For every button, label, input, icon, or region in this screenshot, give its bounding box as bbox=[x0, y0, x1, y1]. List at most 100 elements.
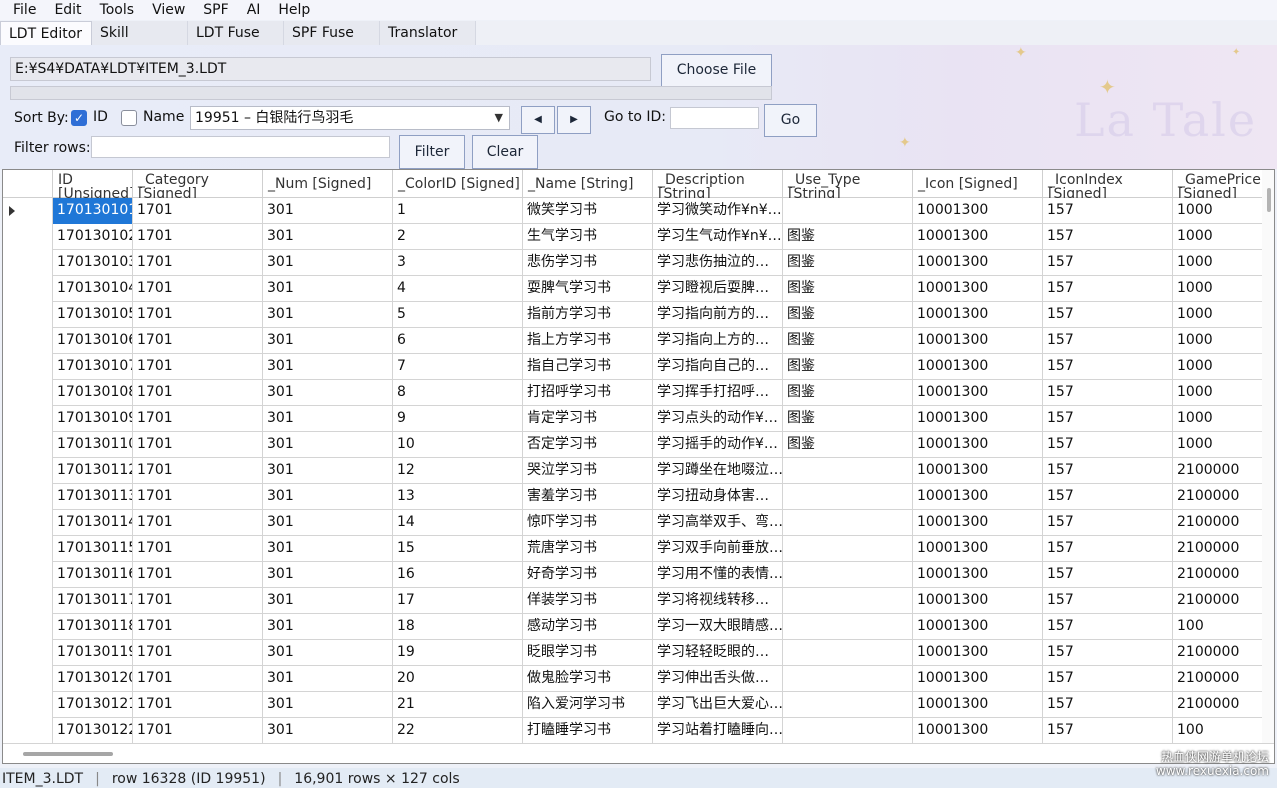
table-cell[interactable]: 荒唐学习书 bbox=[523, 536, 653, 562]
table-cell[interactable]: 4 bbox=[393, 276, 523, 302]
row-header[interactable] bbox=[3, 484, 53, 510]
table-cell[interactable]: 170130103 bbox=[53, 250, 133, 276]
horizontal-scrollbar[interactable] bbox=[3, 743, 1274, 763]
prev-record-button[interactable]: ◀ bbox=[521, 106, 555, 134]
table-cell[interactable] bbox=[783, 614, 913, 640]
table-cell[interactable]: 1 bbox=[393, 198, 523, 224]
horizontal-scroll-thumb[interactable] bbox=[23, 752, 113, 756]
table-cell[interactable]: 否定学习书 bbox=[523, 432, 653, 458]
table-cell[interactable]: 1000 bbox=[1173, 250, 1263, 276]
table-cell[interactable]: 157 bbox=[1043, 588, 1173, 614]
table-cell[interactable]: 哭泣学习书 bbox=[523, 458, 653, 484]
table-cell[interactable]: 301 bbox=[263, 406, 393, 432]
table-cell[interactable]: 学习挥手打招呼… bbox=[653, 380, 783, 406]
table-cell[interactable] bbox=[783, 510, 913, 536]
table-cell[interactable]: 301 bbox=[263, 588, 393, 614]
row-header[interactable] bbox=[3, 354, 53, 380]
file-path-field[interactable]: E:¥S4¥DATA¥LDT¥ITEM_3.LDT bbox=[10, 57, 651, 81]
column-header[interactable]: _Num [Signed] bbox=[263, 170, 393, 198]
table-row[interactable]: 170130103 1701 301 3 悲伤学习书 学习悲伤抽泣的… 图鉴 10001300… bbox=[3, 250, 1263, 276]
table-cell[interactable]: 157 bbox=[1043, 640, 1173, 666]
table-cell[interactable]: 1701 bbox=[133, 302, 263, 328]
row-header[interactable] bbox=[3, 198, 53, 224]
row-header[interactable] bbox=[3, 250, 53, 276]
table-cell[interactable]: 12 bbox=[393, 458, 523, 484]
table-cell[interactable]: 好奇学习书 bbox=[523, 562, 653, 588]
table-row[interactable]: 170130101 1701 301 1 微笑学习书 学习微笑动作¥n¥… 10001300… bbox=[3, 198, 1263, 224]
table-cell[interactable]: 301 bbox=[263, 458, 393, 484]
table-cell[interactable]: 301 bbox=[263, 302, 393, 328]
table-cell[interactable]: 1000 bbox=[1173, 406, 1263, 432]
table-cell[interactable]: 170130109 bbox=[53, 406, 133, 432]
row-header[interactable] bbox=[3, 510, 53, 536]
table-cell[interactable]: 301 bbox=[263, 224, 393, 250]
table-cell[interactable]: 6 bbox=[393, 328, 523, 354]
menu-edit[interactable]: Edit bbox=[45, 0, 90, 20]
table-cell[interactable]: 8 bbox=[393, 380, 523, 406]
table-cell[interactable]: 学习指向上方的… bbox=[653, 328, 783, 354]
table-cell[interactable]: 17 bbox=[393, 588, 523, 614]
table-cell[interactable]: 10001300 bbox=[913, 588, 1043, 614]
table-cell[interactable]: 170130104 bbox=[53, 276, 133, 302]
table-cell[interactable]: 学习飞出巨大爱心… bbox=[653, 692, 783, 718]
table-cell[interactable]: 170130118 bbox=[53, 614, 133, 640]
table-cell[interactable]: 打瞌睡学习书 bbox=[523, 718, 653, 744]
table-cell[interactable]: 19 bbox=[393, 640, 523, 666]
tab-skill-timing[interactable]: Skill Timing bbox=[92, 21, 188, 65]
table-row[interactable]: 170130120 1701 301 20 做鬼脸学习书 学习伸出舌头做… 10001300… bbox=[3, 666, 1263, 692]
table-cell[interactable]: 10001300 bbox=[913, 614, 1043, 640]
menu-spf[interactable]: SPF bbox=[194, 0, 237, 20]
row-header[interactable] bbox=[3, 276, 53, 302]
table-cell[interactable]: 1701 bbox=[133, 718, 263, 744]
table-cell[interactable]: 170130119 bbox=[53, 640, 133, 666]
table-cell[interactable]: 1701 bbox=[133, 198, 263, 224]
row-header-corner[interactable] bbox=[3, 170, 53, 198]
table-cell[interactable]: 1701 bbox=[133, 432, 263, 458]
table-cell[interactable]: 10001300 bbox=[913, 484, 1043, 510]
filter-rows-input[interactable] bbox=[91, 136, 390, 158]
table-cell[interactable]: 图鉴 bbox=[783, 328, 913, 354]
table-cell[interactable]: 1701 bbox=[133, 588, 263, 614]
table-cell[interactable]: 图鉴 bbox=[783, 224, 913, 250]
table-cell[interactable]: 眨眼学习书 bbox=[523, 640, 653, 666]
table-cell[interactable]: 157 bbox=[1043, 614, 1173, 640]
table-cell[interactable]: 170130110 bbox=[53, 432, 133, 458]
table-cell[interactable]: 301 bbox=[263, 640, 393, 666]
menu-file[interactable]: File bbox=[4, 0, 45, 20]
table-cell[interactable]: 学习扭动身体害… bbox=[653, 484, 783, 510]
row-header[interactable] bbox=[3, 458, 53, 484]
table-cell[interactable]: 10 bbox=[393, 432, 523, 458]
column-header[interactable]: _ColorID [Signed] bbox=[393, 170, 523, 198]
table-cell[interactable]: 学习双手向前垂放… bbox=[653, 536, 783, 562]
table-cell[interactable]: 301 bbox=[263, 276, 393, 302]
table-cell[interactable]: 1000 bbox=[1173, 432, 1263, 458]
table-cell[interactable]: 157 bbox=[1043, 354, 1173, 380]
table-cell[interactable]: 微笑学习书 bbox=[523, 198, 653, 224]
table-cell[interactable]: 1000 bbox=[1173, 276, 1263, 302]
record-select[interactable]: 19951 – 白银陆行鸟羽毛 ▼ bbox=[190, 106, 510, 130]
choose-file-button[interactable]: Choose File bbox=[661, 54, 772, 87]
table-row[interactable]: 170130118 1701 301 18 感动学习书 学习一双大眼睛感… 10001300… bbox=[3, 614, 1263, 640]
row-header[interactable] bbox=[3, 666, 53, 692]
column-header[interactable]: _Use_Type [String] bbox=[783, 170, 913, 198]
row-header[interactable] bbox=[3, 380, 53, 406]
table-cell[interactable]: 1701 bbox=[133, 354, 263, 380]
table-cell[interactable]: 170130112 bbox=[53, 458, 133, 484]
table-cell[interactable]: 图鉴 bbox=[783, 354, 913, 380]
row-header[interactable] bbox=[3, 432, 53, 458]
tab-translator[interactable]: Translator bbox=[380, 21, 476, 45]
next-record-button[interactable]: ▶ bbox=[557, 106, 591, 134]
table-cell[interactable]: 3 bbox=[393, 250, 523, 276]
table-cell[interactable]: 170130102 bbox=[53, 224, 133, 250]
table-cell[interactable]: 2100000 bbox=[1173, 692, 1263, 718]
table-cell[interactable]: 18 bbox=[393, 614, 523, 640]
table-cell[interactable]: 157 bbox=[1043, 250, 1173, 276]
table-cell[interactable]: 2100000 bbox=[1173, 640, 1263, 666]
row-header[interactable] bbox=[3, 224, 53, 250]
table-cell[interactable]: 生气学习书 bbox=[523, 224, 653, 250]
table-row[interactable]: 170130105 1701 301 5 指前方学习书 学习指向前方的… 图鉴 1000130… bbox=[3, 302, 1263, 328]
table-row[interactable]: 170130104 1701 301 4 耍脾气学习书 学习瞪视后耍脾… 图鉴 1000130… bbox=[3, 276, 1263, 302]
table-cell[interactable]: 14 bbox=[393, 510, 523, 536]
table-cell[interactable] bbox=[783, 588, 913, 614]
table-row[interactable]: 170130121 1701 301 21 陷入爱河学习书 学习飞出巨大爱心… 100013… bbox=[3, 692, 1263, 718]
